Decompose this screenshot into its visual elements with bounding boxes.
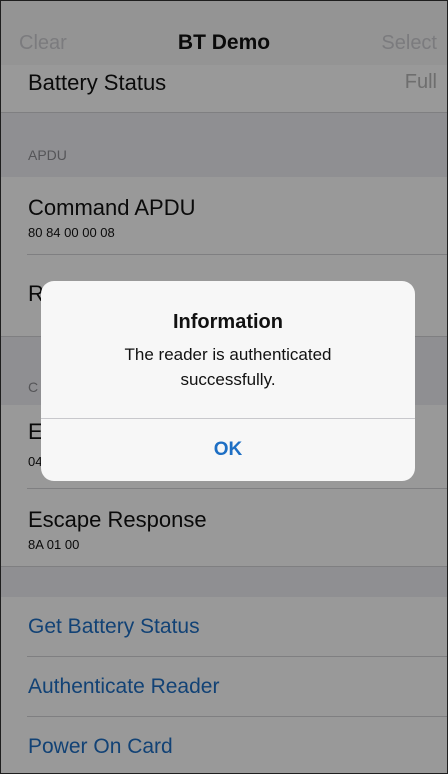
app-screen: Clear BT Demo Select Battery Status Full…: [0, 0, 448, 774]
alert-message: The reader is authenticated successfully…: [124, 345, 332, 389]
ok-button[interactable]: OK: [41, 419, 415, 481]
alert-title: Information: [173, 311, 283, 333]
information-alert: Information The reader is authenticated …: [41, 281, 415, 481]
